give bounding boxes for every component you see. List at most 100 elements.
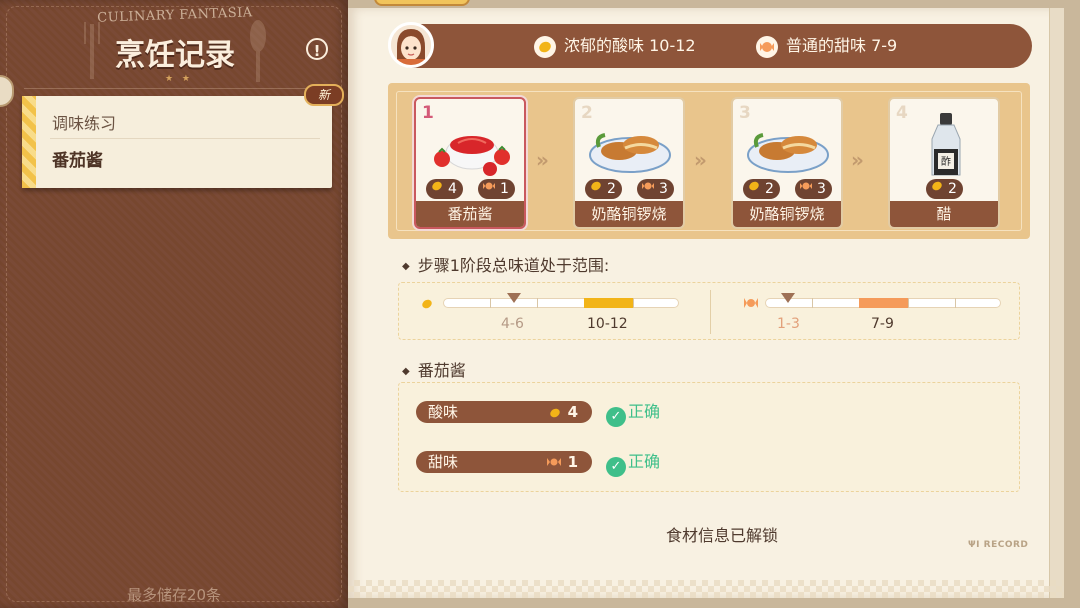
result-text: 正确 (628, 452, 661, 471)
sweet-chip: 1 (478, 179, 515, 199)
info-button[interactable]: ! (306, 38, 328, 60)
lemon-icon (430, 179, 444, 199)
sweet-value: 1 (500, 181, 509, 197)
page-checker-border (348, 580, 1064, 598)
flavor-label: 甜味 (428, 453, 459, 471)
title-stars: ★ ★ (165, 74, 193, 84)
title-divider (24, 88, 330, 89)
sour-value: 4 (448, 181, 457, 197)
top-tab[interactable] (374, 0, 470, 6)
chef-avatar-icon (391, 25, 431, 65)
sour-chip: 2 (743, 179, 780, 199)
step-card-3[interactable]: 3 2 3 奶酪铜锣烧 (731, 97, 843, 229)
ketchup-bowl-icon (434, 136, 510, 176)
range-divider (710, 290, 711, 334)
range-tick (955, 298, 956, 308)
step-arrow: » (694, 148, 707, 172)
result-text: 正确 (628, 402, 661, 421)
sweet-target-segment (859, 298, 908, 308)
vinegar-bottle-icon: 酢 (931, 113, 961, 176)
sweet-requirement: 普通的甜味 7-9 (756, 32, 897, 60)
ingredient-heading: ◆ 番茄酱 (402, 357, 466, 381)
record-list-stripe (22, 96, 36, 188)
step-card-2[interactable]: 2 2 3 奶酪铜锣烧 (573, 97, 685, 229)
sweet-target-label: 7-9 (871, 316, 894, 332)
lemon-icon (930, 179, 944, 199)
sour-value: 2 (948, 181, 957, 197)
sour-chip: 2 (585, 179, 622, 199)
record-list-divider (50, 138, 320, 139)
requirement-bar (390, 24, 1032, 68)
range-tick (490, 298, 491, 308)
ingredient-heading-text: 番茄酱 (417, 361, 466, 380)
sour-requirement-text: 浓郁的酸味 10-12 (564, 36, 696, 55)
sour-requirement: 浓郁的酸味 10-12 (534, 32, 696, 60)
check-icon: ✓ (606, 457, 626, 477)
record-list: 调味练习 番茄酱 (22, 96, 332, 188)
sour-target-segment (584, 298, 633, 308)
sweet-result: ✓ 正确 (606, 451, 660, 477)
sweet-current-marker (781, 293, 795, 303)
step-number: 3 (739, 103, 751, 123)
range-tick (812, 298, 813, 308)
lemon-icon (420, 296, 434, 315)
range-tick (908, 298, 909, 308)
lemon-icon (548, 404, 562, 426)
sour-chip: 4 (426, 179, 463, 199)
sour-result: ✓ 正确 (606, 401, 660, 427)
ingredient-panel (398, 382, 1020, 492)
step-arrow: » (536, 148, 549, 172)
sour-value: 2 (765, 181, 774, 197)
sour-range-track (443, 293, 679, 308)
candy-icon (799, 179, 813, 199)
step-name: 番茄酱 (416, 201, 524, 227)
lemon-icon (534, 35, 556, 58)
sweet-flavor-bar: 甜味 1 (416, 451, 592, 473)
record-cover-panel: CULINARY FANTASIA 烹饪记录 ★ ★ ! 调味练习 番茄酱 新 … (0, 0, 348, 608)
record-watermark: ΨΙ RECORD (968, 540, 1028, 550)
range-heading: ◆ 步骤1阶段总味道处于范围: (402, 252, 609, 276)
step-card-1[interactable]: 1 4 1 番茄酱 (414, 97, 526, 229)
flavor-label: 酸味 (428, 403, 459, 421)
lemon-icon (589, 179, 603, 199)
sweet-value: 3 (659, 181, 668, 197)
step-arrow: » (851, 148, 864, 172)
diamond-bullet-icon: ◆ (402, 261, 410, 272)
dorayaki-plate-icon (589, 133, 671, 173)
step-card-4[interactable]: 4 酢 2 醋 (888, 97, 1000, 229)
dorayaki-plate-icon (747, 133, 829, 173)
new-badge: 新 (304, 84, 344, 106)
diamond-bullet-icon: ◆ (402, 366, 410, 377)
candy-icon (756, 35, 778, 58)
sour-current-marker (507, 293, 521, 303)
sweet-chip: 3 (637, 179, 674, 199)
sweet-requirement-text: 普通的甜味 7-9 (786, 36, 898, 55)
range-tick (633, 298, 634, 308)
candy-icon (641, 179, 655, 199)
flavor-value: 1 (567, 453, 578, 471)
record-item-practice[interactable]: 调味练习 (52, 110, 116, 134)
candy-icon (546, 454, 562, 476)
sour-target-label: 10-12 (587, 316, 628, 332)
range-tick (537, 298, 538, 308)
range-heading-text: 步骤1阶段总味道处于范围: (417, 256, 610, 275)
svg-text:酢: 酢 (941, 155, 951, 168)
step-number: 2 (581, 103, 593, 123)
check-icon: ✓ (606, 407, 626, 427)
sour-chip: 2 (926, 179, 963, 199)
candy-icon (742, 294, 760, 316)
fork-knife-icon: ΨΙ (968, 540, 984, 550)
flavor-value: 4 (567, 403, 578, 421)
flavor-range-panel (398, 282, 1020, 340)
record-item-selected[interactable]: 番茄酱 (52, 146, 103, 171)
candy-icon (482, 179, 496, 199)
sweet-value: 3 (817, 181, 826, 197)
sweet-range-track (765, 293, 1001, 308)
step-number: 4 (896, 103, 908, 123)
sweet-current-label: 1-3 (777, 316, 800, 332)
sour-current-label: 4-6 (501, 316, 524, 332)
step-name: 奶酪铜锣烧 (733, 201, 841, 227)
sour-value: 2 (607, 181, 616, 197)
sour-flavor-bar: 酸味 4 (416, 401, 592, 423)
avatar (388, 22, 434, 68)
